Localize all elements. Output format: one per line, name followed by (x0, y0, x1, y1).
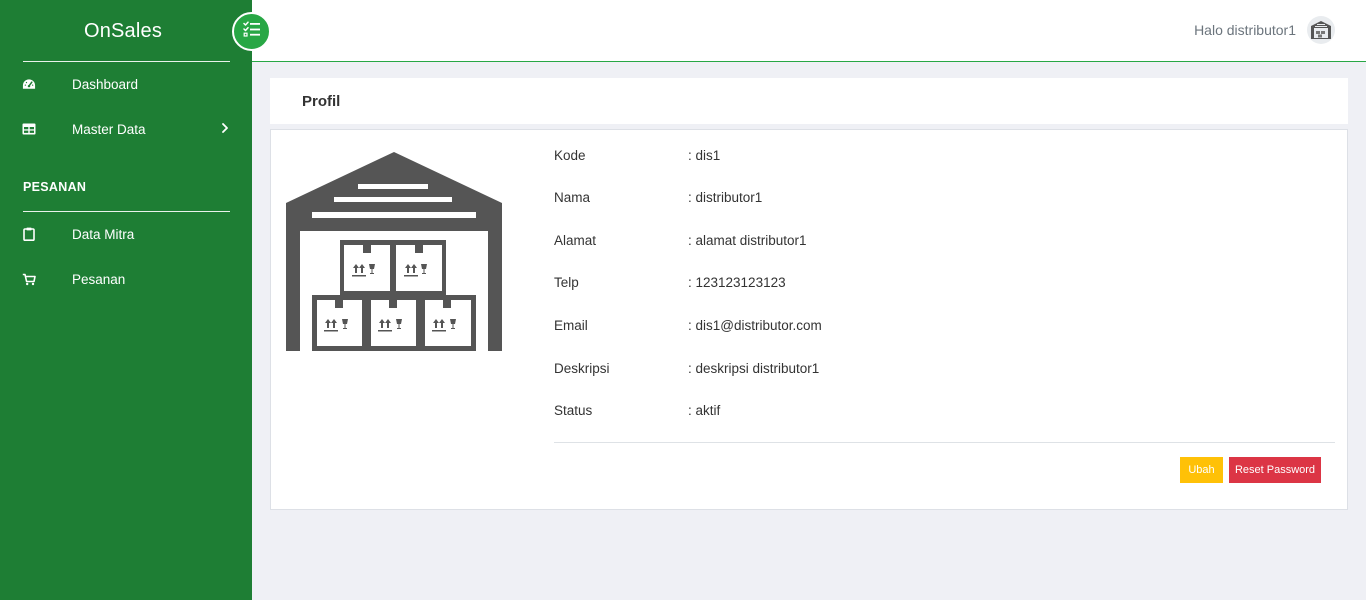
edit-button[interactable]: Ubah (1180, 457, 1223, 483)
section-divider (23, 211, 230, 212)
brand-name: OnSales (83, 19, 163, 42)
field-value: : alamat distributor1 (688, 233, 807, 248)
field-value: : dis1 (688, 148, 721, 163)
warehouse-avatar-icon[interactable] (1307, 16, 1335, 44)
brand-divider (23, 61, 230, 62)
page-title: Profil (302, 93, 341, 110)
chevron-right-icon (221, 121, 229, 137)
field-label: Email (554, 318, 588, 333)
user-greeting[interactable]: Halo distributor1 (1194, 22, 1296, 38)
field-label: Kode (554, 148, 586, 163)
sidebar-toggle-button[interactable] (232, 12, 271, 51)
clipboard-icon (22, 227, 36, 241)
page-title-card: Profil (270, 78, 1348, 124)
sidebar-item-label: Data Mitra (72, 226, 135, 242)
cart-icon (22, 272, 36, 286)
sidebar-item-label: Dashboard (72, 76, 139, 92)
field-value: : aktif (688, 403, 721, 418)
sidebar-item-master-data[interactable]: Master Data (0, 114, 252, 144)
field-label: Telp (554, 275, 579, 290)
sidebar-item-label: Pesanan (72, 271, 126, 287)
field-label: Deskripsi (554, 361, 610, 376)
field-label: Status (554, 403, 593, 418)
sidebar-item-label: Master Data (72, 121, 146, 137)
field-value: : 123123123123 (688, 275, 786, 290)
sidebar-item-pesanan[interactable]: Pesanan (0, 264, 252, 294)
field-label: Alamat (554, 233, 597, 248)
warehouse-icon (285, 151, 503, 351)
field-value: : deskripsi distributor1 (688, 361, 820, 376)
reset-password-button[interactable]: Reset Password (1229, 457, 1321, 483)
divider (554, 442, 1335, 443)
profile-card: Kode : dis1 Nama : distributor1 Alamat :… (270, 129, 1348, 510)
list-check-icon (242, 21, 261, 42)
section-label-pesanan: PESANAN (23, 180, 87, 194)
field-value: : distributor1 (688, 190, 763, 205)
table-icon (22, 122, 36, 136)
dashboard-icon (22, 77, 36, 91)
brand[interactable]: OnSales (0, 0, 252, 62)
topbar: Halo distributor1 (252, 0, 1366, 62)
sidebar: OnSales Dashboard Master Data PESANAN Da… (0, 0, 252, 600)
sidebar-item-dashboard[interactable]: Dashboard (0, 69, 252, 99)
sidebar-item-data-mitra[interactable]: Data Mitra (0, 219, 252, 249)
field-value: : dis1@distributor.com (688, 318, 822, 333)
field-label: Nama (554, 190, 591, 205)
